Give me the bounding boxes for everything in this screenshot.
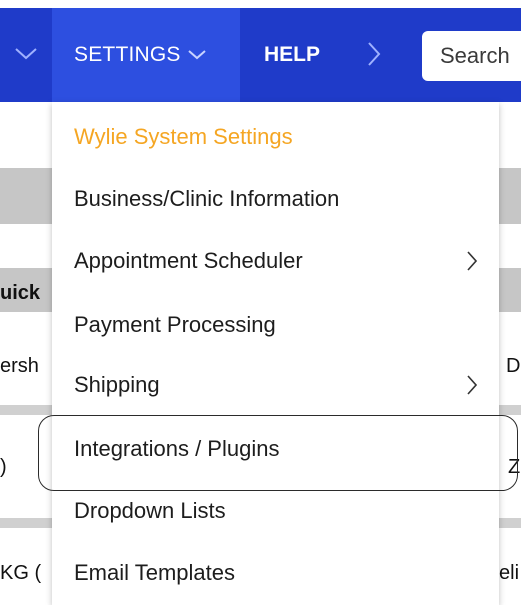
nav-help-label: HELP <box>264 43 321 66</box>
nav-settings-label: SETTINGS <box>74 43 181 66</box>
menu-item-dropdown-lists[interactable]: Dropdown Lists <box>52 480 499 542</box>
chevron-right-icon[interactable] <box>356 36 392 72</box>
background-text: ersh <box>0 355 39 377</box>
nav-help-menu[interactable]: HELP <box>264 8 320 102</box>
menu-item-label: Dropdown Lists <box>74 498 226 523</box>
menu-item-wylie-system-settings[interactable]: Wylie System Settings <box>52 106 499 168</box>
chevron-right-icon <box>467 375 477 395</box>
menu-item-integrations-plugins[interactable]: Integrations / Plugins <box>52 418 499 480</box>
top-navbar: SETTINGS HELP Search <box>0 8 521 102</box>
search-placeholder: Search <box>440 43 510 68</box>
chevron-down-icon[interactable] <box>8 36 44 72</box>
menu-item-appointment-scheduler[interactable]: Appointment Scheduler <box>52 230 499 292</box>
menu-item-email-templates[interactable]: Email Templates <box>52 542 499 604</box>
menu-item-label: Appointment Scheduler <box>74 248 303 273</box>
menu-item-payment-processing[interactable]: Payment Processing <box>52 294 499 356</box>
nav-settings-menu[interactable]: SETTINGS <box>52 8 240 102</box>
menu-item-label: Email Templates <box>74 560 235 585</box>
settings-dropdown-menu: Wylie System Settings Business/Clinic In… <box>52 102 499 605</box>
menu-item-label: Shipping <box>74 372 160 397</box>
background-text: Z <box>508 456 521 478</box>
background-text: uick <box>0 282 41 304</box>
menu-item-label: Integrations / Plugins <box>74 436 280 461</box>
menu-item-business-clinic-information[interactable]: Business/Clinic Information <box>52 168 499 230</box>
chevron-right-icon <box>467 251 477 271</box>
menu-item-label: Wylie System Settings <box>74 124 293 149</box>
background-text: KG ( <box>0 562 42 584</box>
menu-item-label: Payment Processing <box>74 312 276 337</box>
background-text: ) <box>0 456 7 478</box>
chevron-down-icon <box>187 49 207 61</box>
menu-item-shipping[interactable]: Shipping <box>52 354 499 416</box>
search-input[interactable]: Search <box>422 31 521 81</box>
background-text: D <box>506 355 521 377</box>
background-text: eli <box>499 562 520 584</box>
menu-item-label: Business/Clinic Information <box>74 186 340 211</box>
